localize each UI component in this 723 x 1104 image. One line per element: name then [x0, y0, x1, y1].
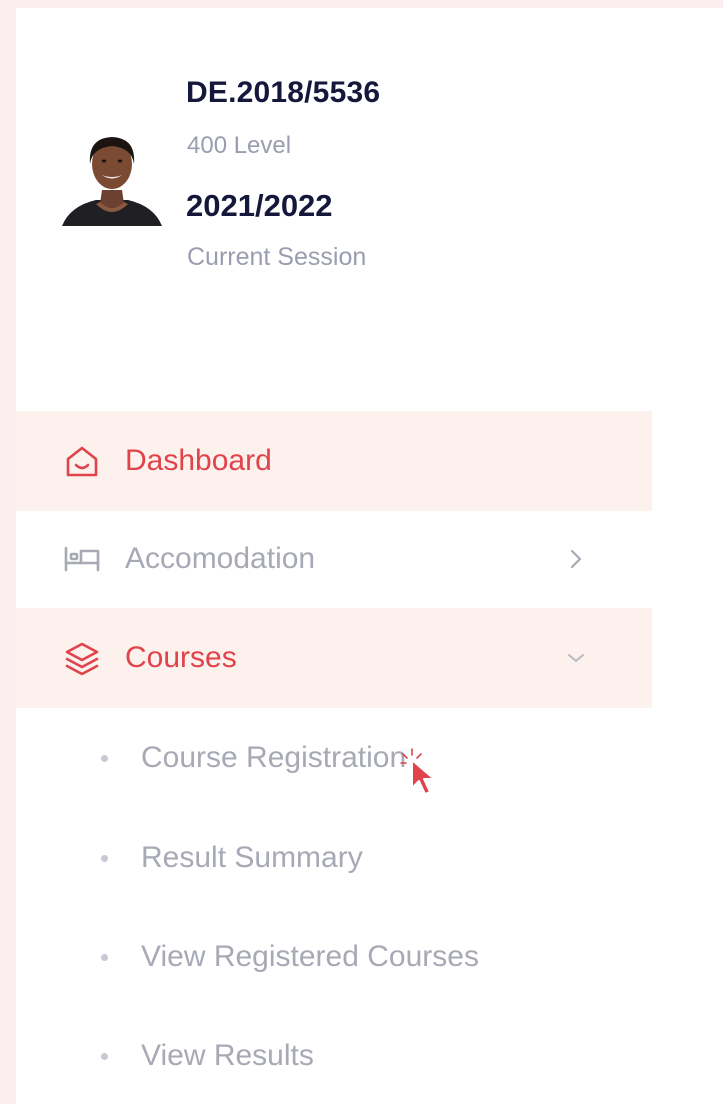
student-level: 400 Level	[187, 132, 292, 159]
layers-icon	[62, 638, 102, 678]
sidebar: DE.2018/5536 400 Level 2021/2022 Current…	[16, 8, 723, 1104]
submenu-label: Course Registration	[141, 741, 407, 774]
mouse-cursor-icon	[398, 746, 458, 806]
bullet-icon	[101, 953, 108, 961]
submenu-item-result-summary[interactable]: Result Summary	[16, 818, 652, 898]
submenu-label: View Results	[141, 1039, 314, 1072]
bullet-icon	[101, 754, 108, 762]
submenu-label: Result Summary	[141, 841, 363, 874]
nav-item-accomodation[interactable]: Accomodation	[16, 509, 652, 609]
avatar	[62, 128, 162, 228]
bullet-icon	[101, 1052, 108, 1060]
submenu-item-view-registered-courses[interactable]: View Registered Courses	[16, 917, 652, 997]
nav-label-dashboard: Dashboard	[125, 444, 272, 477]
nav-item-courses[interactable]: Courses	[16, 608, 652, 708]
chevron-right-icon[interactable]	[564, 547, 588, 571]
home-icon	[62, 441, 102, 481]
nav-item-dashboard[interactable]: Dashboard	[16, 411, 652, 511]
submenu-item-view-results[interactable]: View Results	[16, 1016, 652, 1096]
bullet-icon	[101, 854, 108, 862]
registration-number: DE.2018/5536	[186, 76, 381, 109]
chevron-down-icon[interactable]	[564, 646, 588, 670]
nav-label-courses: Courses	[125, 641, 237, 674]
submenu-item-course-registration[interactable]: Course Registration	[16, 718, 652, 798]
nav-label-accomodation: Accomodation	[125, 542, 316, 575]
session-label: Current Session	[187, 243, 367, 271]
submenu-label: View Registered Courses	[141, 940, 479, 973]
bed-icon	[62, 539, 102, 579]
session-year: 2021/2022	[186, 188, 333, 223]
